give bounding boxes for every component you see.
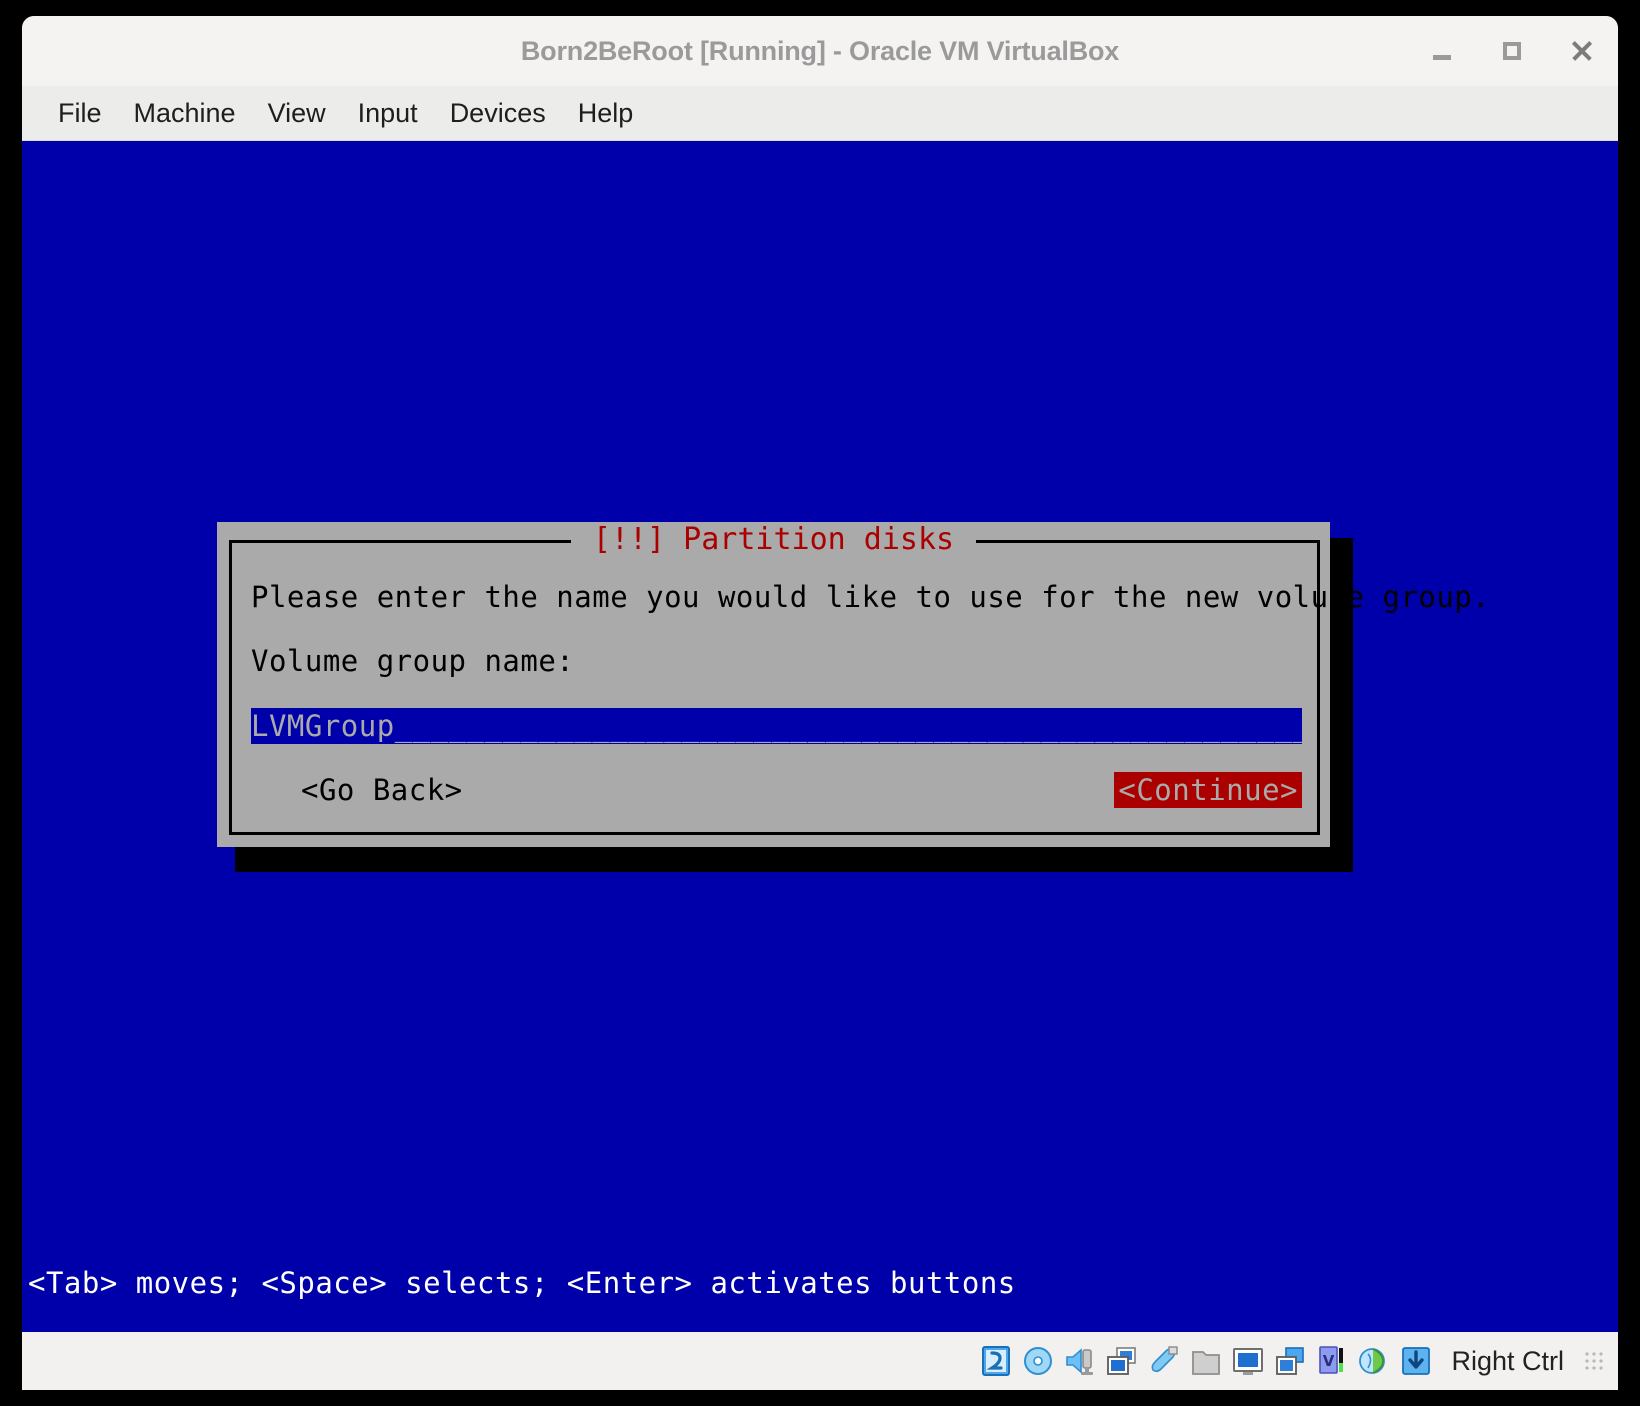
shared-folders-icon[interactable] <box>1187 1342 1225 1380</box>
close-icon <box>1570 39 1594 63</box>
volume-group-name-label: Volume group name: <box>251 644 575 678</box>
volume-group-name-input[interactable]: LVMGroup ________________________________… <box>251 708 1302 744</box>
dialog-prompt-text: Please enter the name you would like to … <box>251 580 1491 614</box>
keyboard-capture-icon[interactable] <box>1397 1342 1435 1380</box>
continue-button[interactable]: <Continue> <box>1114 772 1302 808</box>
installer-help-line: <Tab> moves; <Space> selects; <Enter> ac… <box>28 1266 1016 1300</box>
window-title: Born2BeRoot [Running] - Oracle VM Virtua… <box>520 35 1120 66</box>
window-titlebar: Born2BeRoot [Running] - Oracle VM Virtua… <box>22 16 1618 86</box>
resize-grip[interactable] <box>1584 1351 1604 1371</box>
volume-group-name-filler: ________________________________________… <box>394 709 1302 743</box>
virtualbox-window: Born2BeRoot [Running] - Oracle VM Virtua… <box>22 16 1618 1390</box>
maximize-icon <box>1503 42 1521 60</box>
mouse-integration-icon[interactable] <box>1355 1342 1393 1380</box>
menu-item-file[interactable]: File <box>42 96 118 131</box>
optical-disk-icon[interactable] <box>1019 1342 1057 1380</box>
usb-icon[interactable] <box>1145 1342 1183 1380</box>
menu-item-help[interactable]: Help <box>562 96 650 131</box>
partition-disks-dialog: [!!] Partition disks Please enter the na… <box>217 522 1491 847</box>
maximize-button[interactable] <box>1490 29 1534 73</box>
close-button[interactable] <box>1560 29 1604 73</box>
virtualbox-statusbar: V Right Ctrl <box>22 1332 1618 1390</box>
audio-icon[interactable] <box>1061 1342 1099 1380</box>
dialog-button-row: <Go Back> <Continue> <box>251 772 1302 808</box>
host-key-label: Right Ctrl <box>1451 1345 1564 1376</box>
window-controls <box>1420 16 1604 86</box>
minimize-button[interactable] <box>1420 29 1464 73</box>
hard-disk-icon[interactable] <box>977 1342 1015 1380</box>
menubar: File Machine View Input Devices Help <box>22 86 1618 141</box>
recording-icon[interactable] <box>1271 1342 1309 1380</box>
menu-item-machine[interactable]: Machine <box>118 96 252 131</box>
minimize-icon <box>1433 54 1451 60</box>
vm-cpu-icon[interactable]: V <box>1313 1342 1351 1380</box>
go-back-button[interactable]: <Go Back> <box>299 772 465 808</box>
dialog-body: Please enter the name you would like to … <box>251 580 1491 808</box>
vm-display[interactable]: [!!] Partition disks Please enter the na… <box>22 141 1618 1332</box>
menu-item-view[interactable]: View <box>252 96 342 131</box>
menu-item-devices[interactable]: Devices <box>434 96 562 131</box>
svg-text:V: V <box>1323 1352 1335 1370</box>
menu-item-input[interactable]: Input <box>342 96 434 131</box>
display-icon[interactable] <box>1229 1342 1267 1380</box>
volume-group-name-value: LVMGroup <box>251 709 395 743</box>
network-icon[interactable] <box>1103 1342 1141 1380</box>
